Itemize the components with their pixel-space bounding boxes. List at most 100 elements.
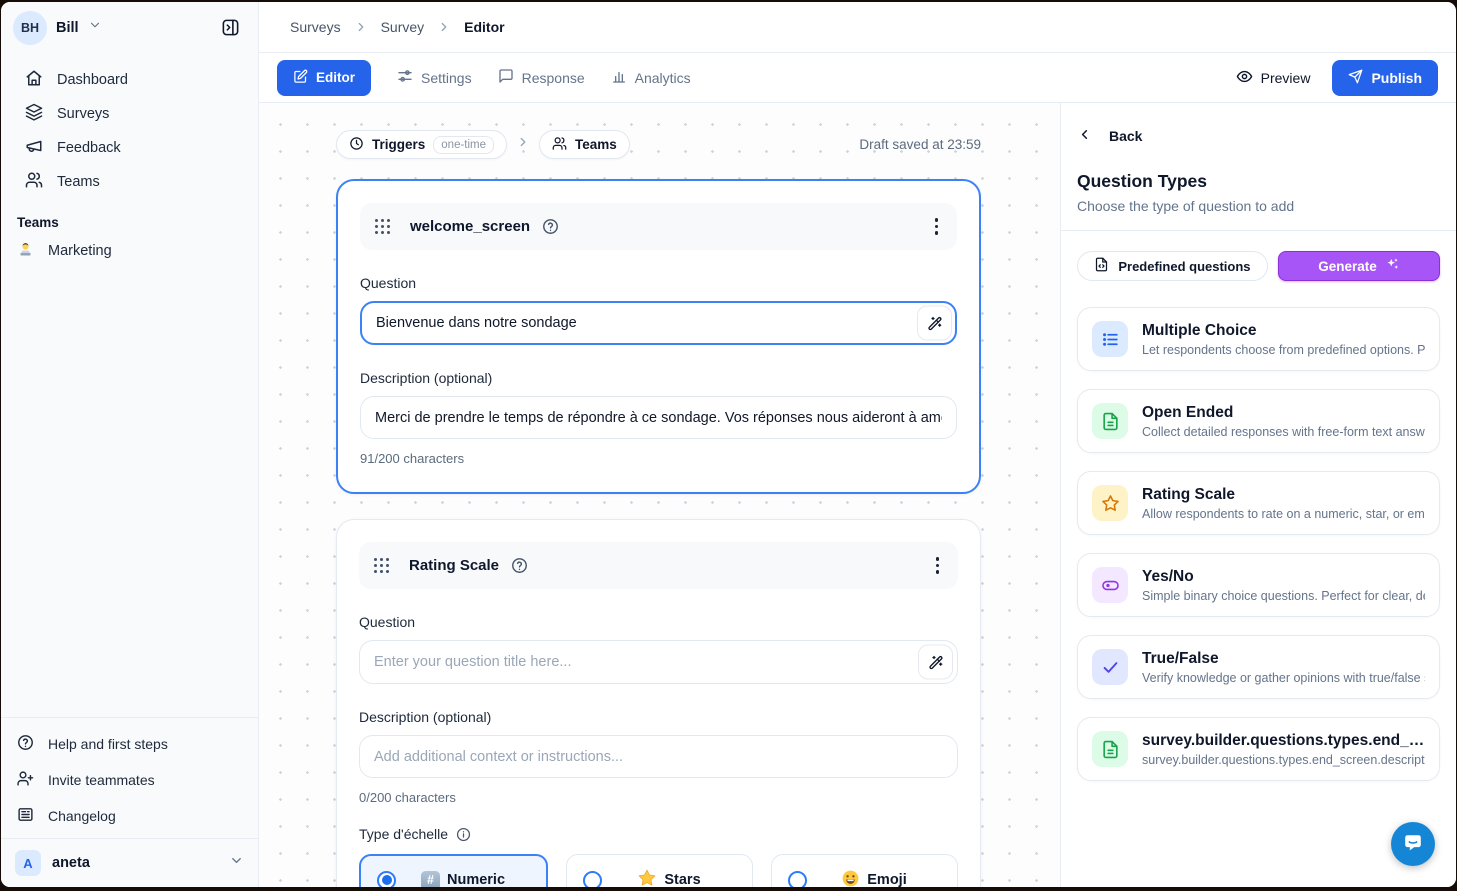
account-name: aneta: [52, 855, 218, 871]
sidebar-item-feedback[interactable]: Feedback: [9, 131, 250, 165]
chevron-down-icon[interactable]: [88, 18, 102, 37]
tab-response[interactable]: Response: [498, 68, 585, 87]
radio-icon: [583, 871, 602, 888]
sidebar-item-help[interactable]: Help and first steps: [1, 726, 258, 762]
scale-type-options: # Numeric Stars Emoji: [359, 854, 958, 887]
toggle-icon: [1092, 567, 1128, 603]
type-description: survey.builder.questions.types.end_scree…: [1142, 753, 1425, 767]
technologist-emoji-icon: [17, 241, 34, 262]
megaphone-icon: [25, 137, 43, 159]
question-label: Question: [360, 275, 957, 291]
send-icon: [1348, 69, 1363, 87]
type-name: Yes/No: [1142, 568, 1425, 586]
tab-analytics[interactable]: Analytics: [611, 68, 691, 87]
breadcrumb-editor: Editor: [464, 19, 504, 35]
avatar[interactable]: BH: [13, 11, 47, 45]
editor-toolbar: Editor Settings Response Analytics Previ…: [259, 53, 1456, 103]
pencil-square-icon: [293, 69, 308, 87]
message-square-icon: [498, 68, 514, 87]
publish-button[interactable]: Publish: [1332, 60, 1438, 96]
type-card-rating-scale[interactable]: Rating Scale Allow respondents to rate o…: [1077, 471, 1440, 535]
question-card-welcome-screen[interactable]: welcome_screen Question Description (opt…: [336, 179, 981, 494]
panel-subtitle: Choose the type of question to add: [1077, 198, 1440, 214]
scale-option-numeric[interactable]: # Numeric: [359, 854, 548, 887]
tab-editor[interactable]: Editor: [277, 60, 371, 96]
triggers-chip[interactable]: Triggers one-time: [336, 130, 507, 159]
users-icon: [552, 136, 567, 154]
chat-launcher-button[interactable]: [1391, 822, 1435, 866]
predefined-questions-button[interactable]: Predefined questions: [1077, 251, 1268, 281]
teams-chip[interactable]: Teams: [539, 130, 630, 159]
tab-label: Response: [522, 70, 585, 86]
account-switcher[interactable]: A aneta: [1, 839, 258, 887]
sidebar-header: BH Bill: [1, 2, 258, 53]
type-card-open-ended[interactable]: Open Ended Collect detailed responses wi…: [1077, 389, 1440, 453]
tab-label: Settings: [421, 70, 472, 86]
sidebar-toggle-icon[interactable]: [214, 12, 246, 44]
breadcrumb-surveys[interactable]: Surveys: [290, 19, 341, 35]
generate-button[interactable]: Generate: [1278, 251, 1440, 281]
sidebar-item-dashboard[interactable]: Dashboard: [9, 63, 250, 97]
more-options-icon[interactable]: [931, 214, 943, 239]
type-name: Multiple Choice: [1142, 322, 1425, 340]
hash-keycap-icon: #: [421, 871, 440, 888]
question-card-rating-scale[interactable]: Rating Scale Question Description (optio…: [336, 519, 981, 887]
type-description: Allow respondents to rate on a numeric, …: [1142, 507, 1425, 521]
workspace-name[interactable]: Bill: [56, 20, 79, 36]
chevron-right-icon: [516, 135, 530, 154]
more-options-icon[interactable]: [932, 553, 944, 578]
home-icon: [25, 69, 43, 91]
chevron-down-icon: [229, 853, 244, 873]
radio-icon: [788, 871, 807, 888]
scale-option-label: Numeric: [447, 872, 505, 887]
type-name: Rating Scale: [1142, 486, 1425, 504]
character-count: 0/200 characters: [359, 790, 958, 805]
tab-label: Editor: [316, 70, 355, 85]
radio-selected-icon: [377, 871, 396, 888]
help-circle-icon: [17, 734, 34, 754]
sidebar-item-label: Feedback: [57, 140, 121, 156]
description-input[interactable]: [359, 735, 958, 778]
sidebar-nav: Dashboard Surveys Feedback Teams: [1, 53, 258, 199]
clock-icon: [349, 136, 364, 154]
preview-button[interactable]: Preview: [1236, 68, 1311, 88]
question-title-input[interactable]: [359, 640, 958, 684]
drag-handle-icon[interactable]: [375, 219, 390, 234]
teams-chip-label: Teams: [575, 137, 617, 152]
scale-option-emoji[interactable]: Emoji: [771, 854, 958, 887]
sliders-icon: [397, 68, 413, 87]
publish-label: Publish: [1371, 70, 1422, 86]
magic-wand-icon[interactable]: [917, 306, 952, 341]
description-input[interactable]: [360, 396, 957, 439]
scale-option-stars[interactable]: Stars: [566, 854, 753, 887]
sidebar-item-teams[interactable]: Teams: [9, 165, 250, 199]
question-card-title: welcome_screen: [410, 218, 530, 235]
drag-handle-icon[interactable]: [374, 558, 389, 573]
type-card-true-false[interactable]: True/False Verify knowledge or gather op…: [1077, 635, 1440, 699]
scale-type-label-text: Type d'échelle: [359, 826, 448, 842]
sidebar-item-changelog[interactable]: Changelog: [1, 798, 258, 834]
tab-label: Analytics: [635, 70, 691, 86]
type-name: Open Ended: [1142, 404, 1425, 422]
sidebar-item-team-marketing[interactable]: Marketing: [1, 234, 258, 268]
question-title-input[interactable]: [360, 301, 957, 345]
bar-chart-icon: [611, 68, 627, 87]
magic-wand-icon[interactable]: [918, 645, 953, 680]
question-type-list: Multiple Choice Let respondents choose f…: [1077, 307, 1440, 781]
help-circle-icon[interactable]: [542, 218, 559, 235]
type-card-multiple-choice[interactable]: Multiple Choice Let respondents choose f…: [1077, 307, 1440, 371]
type-card-end-screen[interactable]: survey.builder.questions.types.end_scr..…: [1077, 717, 1440, 781]
draft-status: Draft saved at 23:59: [859, 137, 981, 152]
breadcrumb-survey[interactable]: Survey: [381, 19, 425, 35]
tab-settings[interactable]: Settings: [397, 68, 472, 87]
breadcrumb: Surveys Survey Editor: [259, 2, 1456, 53]
sidebar-item-invite[interactable]: Invite teammates: [1, 762, 258, 798]
app-window: BH Bill Dashboard Surveys Feedback: [1, 2, 1456, 887]
divider: [1061, 230, 1456, 231]
info-icon[interactable]: [456, 827, 471, 842]
help-circle-icon[interactable]: [511, 557, 528, 574]
type-card-yes-no[interactable]: Yes/No Simple binary choice questions. P…: [1077, 553, 1440, 617]
question-card-header: welcome_screen: [360, 203, 957, 250]
sidebar-item-surveys[interactable]: Surveys: [9, 97, 250, 131]
back-button[interactable]: Back: [1077, 127, 1147, 145]
